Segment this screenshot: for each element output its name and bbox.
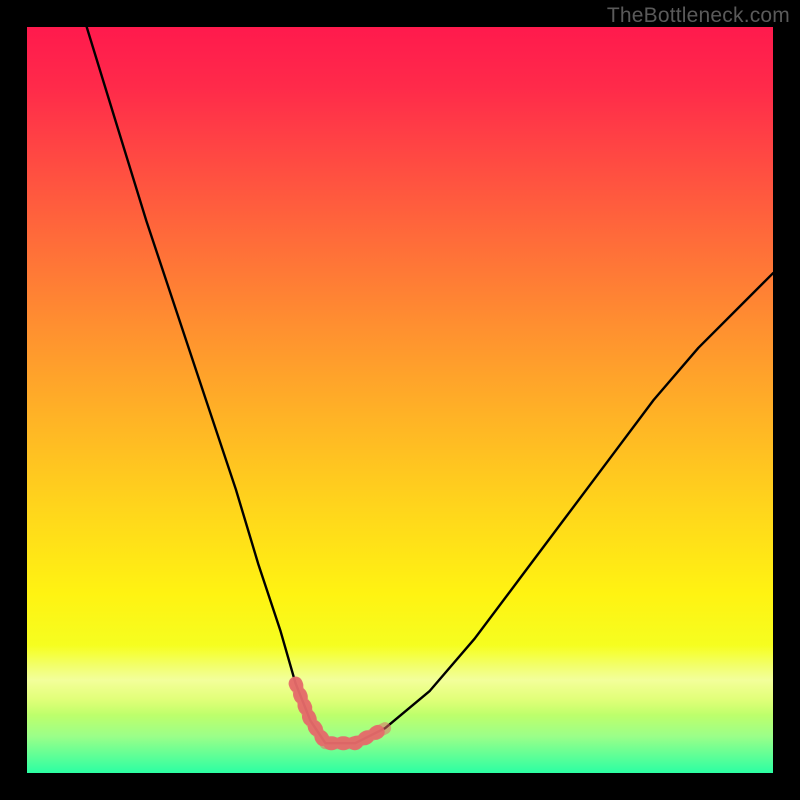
highlight-segment (296, 684, 386, 744)
chart-frame: TheBottleneck.com (0, 0, 800, 800)
bottleneck-curve (87, 27, 773, 743)
plot-area (27, 27, 773, 773)
watermark-text: TheBottleneck.com (607, 4, 790, 28)
curve-layer (27, 27, 773, 773)
pale-band (27, 645, 773, 715)
highlight-segment-fill (296, 684, 386, 744)
